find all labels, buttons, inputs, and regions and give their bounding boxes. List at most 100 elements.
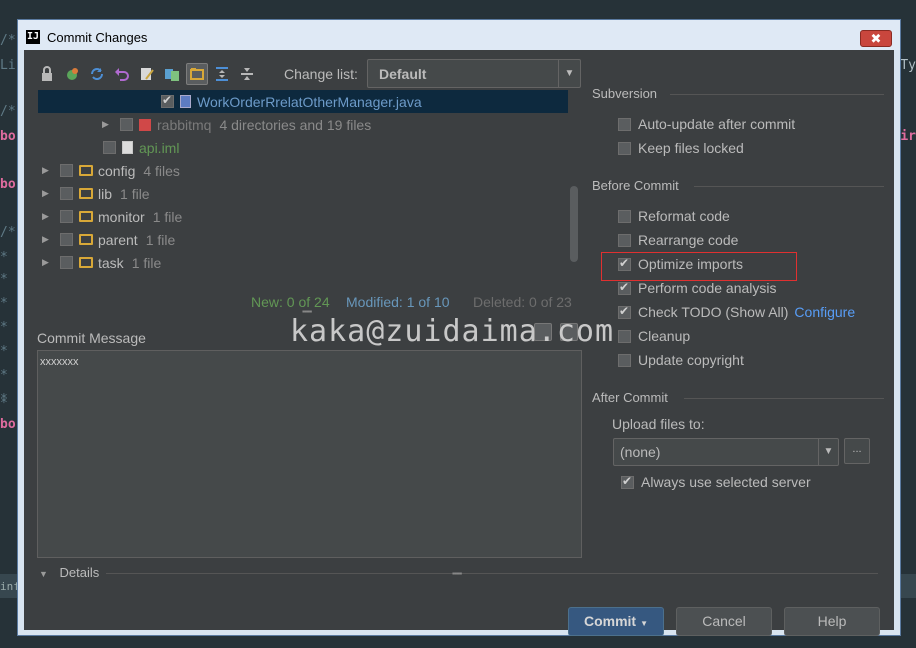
diff-icon[interactable] bbox=[161, 63, 183, 85]
commit-button-label: Commit bbox=[583, 613, 637, 629]
java-file-icon bbox=[180, 95, 191, 108]
browse-servers-button[interactable]: ... bbox=[844, 438, 870, 464]
expand-arrow-icon[interactable]: ▶ bbox=[42, 188, 54, 199]
folder-name: parent bbox=[98, 231, 138, 248]
upload-server-value: (none) bbox=[620, 444, 661, 460]
folder-checkbox[interactable] bbox=[60, 210, 73, 223]
cleanup-checkbox[interactable] bbox=[618, 329, 631, 343]
move-icon[interactable] bbox=[61, 63, 83, 85]
auto-update-checkbox[interactable] bbox=[618, 117, 631, 131]
commit-message-input[interactable]: xxxxxxx bbox=[37, 350, 582, 558]
optimize-imports-option[interactable]: Optimize imports bbox=[618, 254, 743, 274]
watermark: kaka@zuidaima.com bbox=[290, 314, 615, 349]
refresh-icon[interactable] bbox=[86, 63, 108, 85]
file-checkbox[interactable] bbox=[103, 141, 116, 154]
file-checkbox[interactable] bbox=[161, 93, 174, 108]
folder-name: rabbitmq bbox=[157, 116, 212, 133]
bg-line: bo bbox=[0, 129, 16, 144]
cleanup-option[interactable]: Cleanup bbox=[618, 326, 690, 346]
expand-all-icon[interactable] bbox=[211, 63, 233, 85]
bg-line: * bbox=[0, 296, 8, 311]
bg-line: * bbox=[0, 344, 8, 359]
upload-server-dropdown[interactable]: (none) ▼ bbox=[613, 438, 839, 466]
folder-icon bbox=[79, 257, 93, 268]
undo-icon[interactable] bbox=[111, 63, 133, 85]
folder-meta: 1 file bbox=[120, 185, 150, 202]
expand-arrow-icon[interactable]: ▶ bbox=[42, 257, 54, 268]
collapse-all-icon[interactable] bbox=[236, 63, 258, 85]
tree-row[interactable]: ▶ parent 1 file bbox=[38, 228, 568, 251]
bg-line: /* bbox=[0, 225, 16, 240]
bg-line: * bbox=[0, 396, 8, 411]
reformat-option[interactable]: Reformat code bbox=[618, 206, 730, 226]
auto-update-label: Auto-update after commit bbox=[638, 116, 796, 132]
close-button[interactable]: ✖ bbox=[860, 30, 892, 47]
folder-icon bbox=[79, 188, 93, 199]
cancel-button[interactable]: Cancel bbox=[676, 607, 772, 636]
rearrange-checkbox[interactable] bbox=[618, 233, 631, 247]
folder-checkbox[interactable] bbox=[60, 164, 73, 177]
expand-arrow-icon[interactable]: ▶ bbox=[102, 119, 114, 130]
code-analysis-option[interactable]: Perform code analysis bbox=[618, 278, 777, 298]
keep-locked-checkbox[interactable] bbox=[618, 141, 631, 155]
changed-files-tree: WorkOrderRrelatOtherManager.java ▶ rabbi… bbox=[38, 90, 581, 290]
details-divider bbox=[106, 573, 878, 574]
folder-checkbox[interactable] bbox=[60, 233, 73, 246]
chevron-down-icon[interactable]: ▼ bbox=[558, 60, 580, 87]
subversion-section-title: Subversion bbox=[592, 86, 658, 101]
after-commit-section-title: After Commit bbox=[592, 390, 668, 405]
reformat-checkbox[interactable] bbox=[618, 209, 631, 223]
check-todo-checkbox[interactable] bbox=[618, 304, 631, 319]
lock-icon[interactable] bbox=[36, 63, 58, 85]
auto-update-option[interactable]: Auto-update after commit bbox=[618, 114, 795, 134]
iml-file-icon bbox=[122, 141, 133, 154]
help-button[interactable]: Help bbox=[784, 607, 880, 636]
check-todo-option[interactable]: Check TODO (Show All) Configure bbox=[618, 302, 855, 322]
splitter-grip-icon[interactable]: ▪▪▪▪▪ bbox=[452, 569, 462, 578]
expand-arrow-icon[interactable]: ▶ bbox=[42, 211, 54, 222]
commit-button[interactable]: Commit ▼ bbox=[568, 607, 664, 636]
folder-meta: 4 files bbox=[143, 162, 180, 179]
folder-meta: 1 file bbox=[152, 208, 183, 225]
tree-scrollbar[interactable] bbox=[570, 186, 578, 262]
tree-row[interactable]: ▶ lib 1 file bbox=[38, 182, 568, 205]
folder-icon bbox=[79, 165, 93, 176]
file-checkbox[interactable] bbox=[120, 118, 133, 131]
always-use-server-option[interactable]: Always use selected server bbox=[621, 472, 811, 492]
expand-arrow-icon[interactable]: ▶ bbox=[42, 234, 54, 245]
changelist-dropdown[interactable]: Default ▼ bbox=[367, 59, 581, 88]
update-copyright-label: Update copyright bbox=[638, 352, 744, 368]
dialog-titlebar[interactable]: IJ Commit Changes ✖ bbox=[18, 20, 900, 50]
rearrange-option[interactable]: Rearrange code bbox=[618, 230, 738, 250]
code-analysis-checkbox[interactable] bbox=[618, 280, 631, 295]
details-toggle[interactable]: ▼ Details bbox=[39, 565, 99, 580]
package-icon bbox=[139, 118, 151, 131]
folder-checkbox[interactable] bbox=[60, 187, 73, 200]
update-copyright-checkbox[interactable] bbox=[618, 353, 631, 367]
chevron-down-icon[interactable]: ▼ bbox=[640, 619, 648, 628]
chevron-down-icon: ▼ bbox=[39, 569, 48, 579]
always-use-server-checkbox[interactable] bbox=[621, 474, 634, 489]
expand-arrow-icon[interactable]: ▶ bbox=[42, 165, 54, 176]
configure-link[interactable]: Configure bbox=[794, 304, 855, 320]
folder-name: lib bbox=[98, 185, 113, 202]
update-copyright-option[interactable]: Update copyright bbox=[618, 350, 744, 370]
folder-checkbox[interactable] bbox=[60, 256, 73, 269]
bg-line: * bbox=[0, 250, 8, 265]
bg-right-text: ir bbox=[900, 129, 916, 144]
group-by-directory-icon[interactable] bbox=[186, 63, 208, 85]
tree-row[interactable]: ▶ config 4 files bbox=[38, 159, 568, 182]
tree-row[interactable]: ▶ task 1 file bbox=[38, 251, 568, 274]
keep-locked-option[interactable]: Keep files locked bbox=[618, 138, 744, 158]
tree-row[interactable]: ▶ monitor 1 file bbox=[38, 205, 568, 228]
tree-row[interactable]: ▶ rabbitmq 4 directories and 19 files bbox=[38, 113, 568, 136]
edit-icon[interactable] bbox=[136, 63, 158, 85]
folder-name: task bbox=[98, 254, 124, 271]
tree-row[interactable]: api.iml bbox=[38, 136, 568, 159]
chevron-down-icon[interactable]: ▼ bbox=[818, 439, 838, 465]
intellij-app-icon: IJ bbox=[26, 30, 40, 44]
optimize-imports-checkbox[interactable] bbox=[618, 256, 631, 271]
tree-row[interactable]: WorkOrderRrelatOtherManager.java bbox=[38, 90, 568, 113]
file-name: api.iml bbox=[139, 139, 180, 156]
folder-meta: 1 file bbox=[145, 231, 176, 248]
